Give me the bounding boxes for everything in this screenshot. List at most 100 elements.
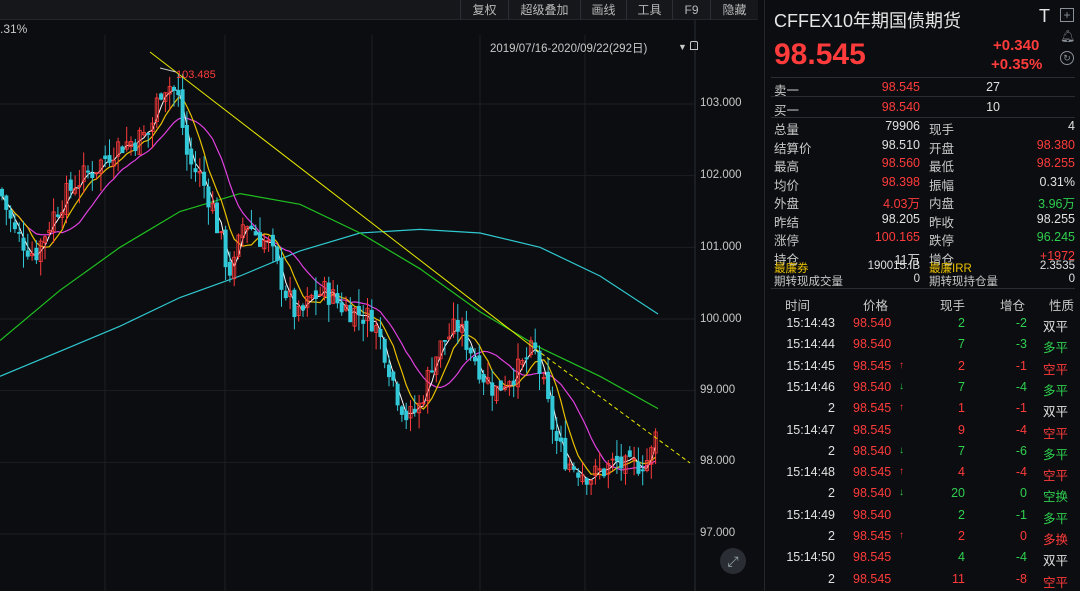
extra-label: 期转现持仓量 <box>929 276 998 288</box>
expand-icon[interactable]: ⤢ <box>720 548 746 574</box>
candle-body <box>550 396 555 430</box>
candle-body <box>133 142 138 152</box>
stat-label: 最低 <box>929 160 955 174</box>
candle-body <box>55 214 60 217</box>
extra-value: 2.3535 <box>1039 260 1075 272</box>
candle-body <box>193 168 198 173</box>
tick-nature: 空平 <box>1043 575 1069 590</box>
tick-nature: 多平 <box>1043 447 1069 462</box>
stat-value: 4.03万 <box>883 197 920 211</box>
stat-value: 79906 <box>885 119 920 133</box>
tick-row[interactable]: 15:14:44 98.540 7 -3 多平 <box>765 337 1080 358</box>
tick-row[interactable]: 15:14:46 98.540 ↓ 7 -4 多平 <box>765 380 1080 401</box>
toolbar-hide-button[interactable]: 隐藏 <box>710 0 758 20</box>
candle-body <box>640 469 645 472</box>
sell1-price: 98.545 <box>881 80 920 94</box>
add-watchlist-icon[interactable]: + <box>1060 8 1074 22</box>
candle-body <box>412 408 417 413</box>
tick-price: 98.545 <box>853 358 892 373</box>
candle-body <box>146 132 151 135</box>
candle-body <box>472 357 477 362</box>
stat-label: 开盘 <box>929 141 955 156</box>
stat-value: 96.245 <box>1036 230 1075 244</box>
tick-nature: 空平 <box>1043 469 1069 484</box>
candle-body <box>382 339 387 363</box>
divider <box>771 77 1075 78</box>
toolbar-draw-line-button[interactable]: 画线 <box>580 0 626 20</box>
tick-volume: 1 <box>958 401 965 416</box>
tick-oi-change: -4 <box>1015 422 1027 437</box>
tick-time: 2 <box>828 401 835 416</box>
candle-body <box>386 364 391 378</box>
tick-row[interactable]: 2 98.540 ↓ 20 0 空换 <box>765 486 1080 507</box>
stat-label: 内盘 <box>929 197 955 211</box>
price-change: +0.340 <box>993 37 1040 54</box>
tick-time: 2 <box>828 443 835 458</box>
y-tick-label: 99.000 <box>700 384 736 396</box>
stat-label: 总量 <box>774 123 800 137</box>
dropdown-triangle-icon[interactable]: ▼ <box>678 42 687 52</box>
arrow-down-icon: ↓ <box>899 444 904 456</box>
candle-body <box>189 148 194 165</box>
y-tick-label: 101.000 <box>700 241 742 253</box>
toolbar-adjust-button[interactable]: 复权 <box>460 0 508 20</box>
tick-row[interactable]: 2 98.545 11 -8 空平 <box>765 572 1080 591</box>
kline-chart-panel[interactable]: 103.485 复权 超级叠加 画线 工具 F9 隐藏 .31% 2019/07… <box>0 0 758 591</box>
toolbar-f9-button[interactable]: F9 <box>672 0 710 20</box>
tick-row[interactable]: 15:14:50 98.545 4 -4 双平 <box>765 550 1080 571</box>
tick-price: 98.545 <box>853 401 892 416</box>
candle-body <box>249 225 254 230</box>
buy1-volume: 10 <box>986 100 1000 114</box>
tick-price: 98.540 <box>853 379 892 394</box>
tick-price: 98.540 <box>853 337 892 352</box>
candle-body <box>120 146 125 154</box>
y-tick-label: 97.000 <box>700 527 736 539</box>
tick-row[interactable]: 15:14:48 98.545 ↑ 4 -4 空平 <box>765 465 1080 486</box>
stat-value: 98.398 <box>881 174 920 189</box>
lock-icon[interactable] <box>690 41 698 50</box>
tick-volume: 7 <box>958 443 965 458</box>
tick-oi-change: -6 <box>1015 443 1027 458</box>
toolbar-tools-button[interactable]: 工具 <box>626 0 672 20</box>
candle-body <box>584 478 589 485</box>
stat-label: 跌停 <box>929 234 955 248</box>
kline-chart-canvas[interactable]: 103.485 <box>0 0 758 591</box>
tick-row[interactable]: 15:14:49 98.540 2 -1 多平 <box>765 508 1080 529</box>
candle-body <box>214 202 219 234</box>
ticks-header-oi: 增仓 <box>1000 299 1026 313</box>
stat-label: 外盘 <box>774 197 800 211</box>
ticks-header-time: 时间 <box>785 299 811 313</box>
candle-body <box>391 371 396 381</box>
y-tick-label: 100.000 <box>700 313 742 325</box>
tick-row[interactable]: 15:14:47 98.545 9 -4 空平 <box>765 423 1080 444</box>
tick-row[interactable]: 15:14:43 98.540 2 -2 双平 <box>765 316 1080 337</box>
stat-value: 98.255 <box>1036 211 1075 226</box>
candle-body <box>90 172 95 178</box>
candle-body <box>399 406 404 415</box>
tick-time: 15:14:44 <box>786 337 835 352</box>
candle-body <box>571 466 576 470</box>
tick-row[interactable]: 2 98.545 ↑ 2 0 多换 <box>765 529 1080 550</box>
arrow-up-icon: ↑ <box>899 359 904 371</box>
bell-icon[interactable]: 🔔︎ <box>1060 29 1075 43</box>
stat-label: 昨结 <box>774 215 800 230</box>
tick-time: 2 <box>828 486 835 501</box>
stat-label: 涨停 <box>774 234 800 248</box>
candle-body <box>468 347 473 354</box>
arrow-up-icon: ↑ <box>899 402 904 414</box>
candle-body <box>356 305 361 316</box>
tick-price: 98.540 <box>853 486 892 501</box>
tick-nature: 空平 <box>1043 426 1069 441</box>
stat-value: 3.96万 <box>1038 197 1075 211</box>
stat-value: 98.380 <box>1036 137 1075 152</box>
last-price: 98.545 <box>774 38 866 71</box>
candle-body <box>490 382 495 396</box>
candle-body <box>21 237 26 251</box>
tick-row[interactable]: 2 98.545 ↑ 1 -1 双平 <box>765 401 1080 422</box>
tick-row[interactable]: 2 98.540 ↓ 7 -6 多平 <box>765 444 1080 465</box>
candle-body <box>25 250 30 257</box>
tick-row[interactable]: 15:14:45 98.545 ↑ 2 -1 空平 <box>765 359 1080 380</box>
refresh-icon[interactable]: ↻ <box>1060 51 1074 65</box>
toolbar-overlay-button[interactable]: 超级叠加 <box>508 0 580 20</box>
candle-body <box>339 302 344 313</box>
